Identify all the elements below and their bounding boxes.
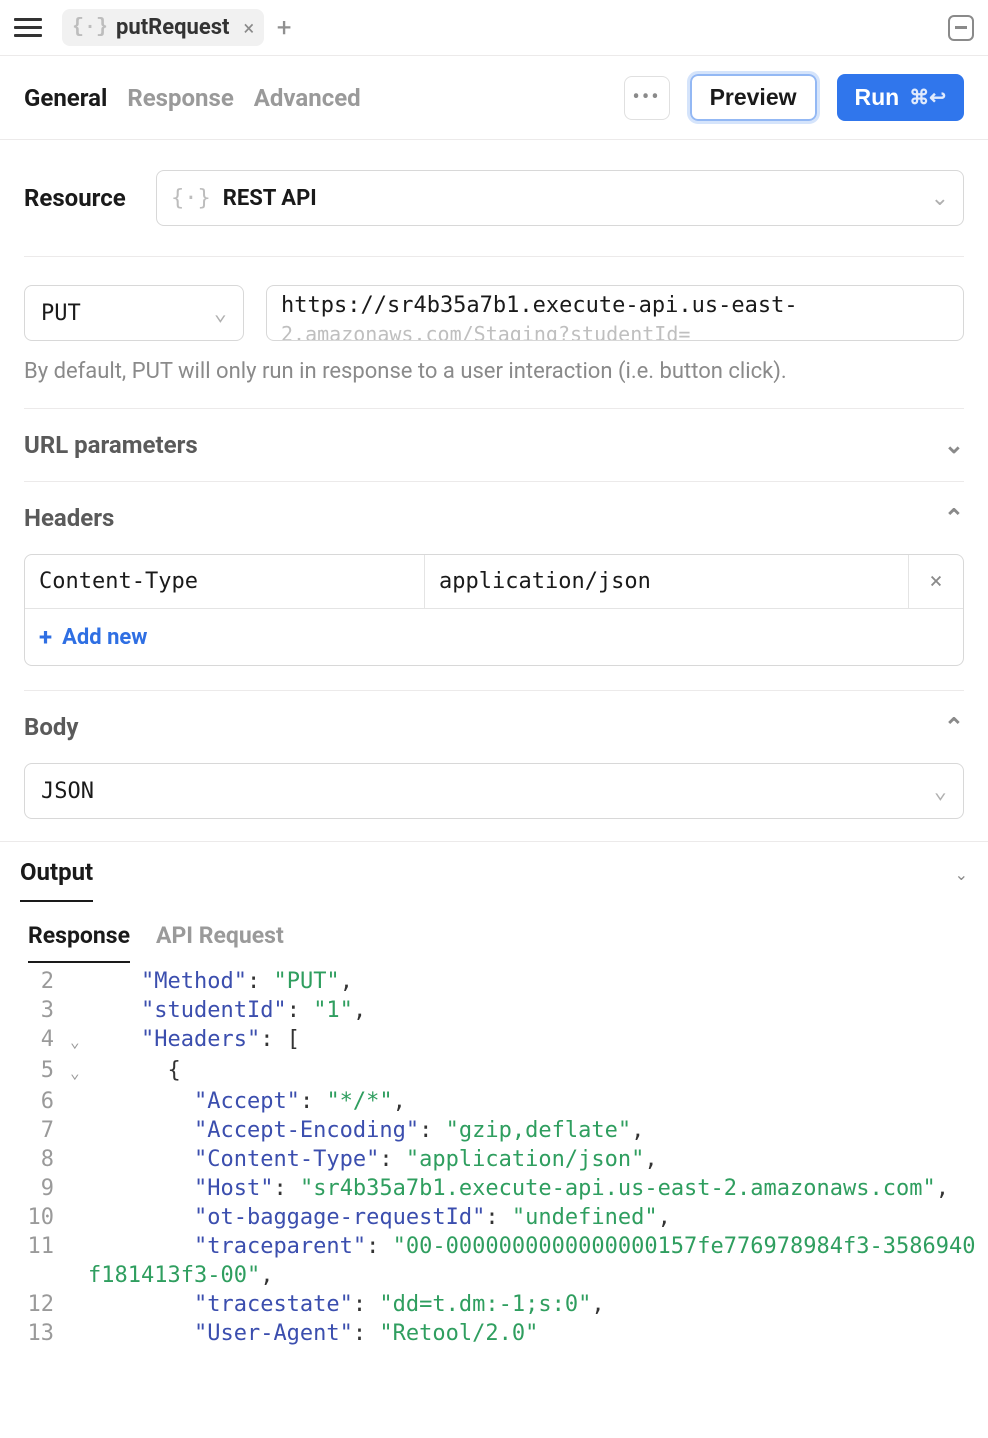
request-row: PUT ⌄ https://sr4b35a7b1.execute-api.us-… (24, 257, 964, 341)
add-header-label: Add new (62, 625, 147, 650)
code-line: 2 "Method": "PUT", (10, 967, 978, 996)
method-select[interactable]: PUT ⌄ (24, 285, 244, 341)
section-label: Headers (24, 504, 114, 532)
run-shortcut: ⌘↩ (909, 85, 946, 110)
title-bar: {·} putRequest × + (0, 0, 988, 56)
code-line: 10 "ot-baggage-requestId": "undefined", (10, 1203, 978, 1232)
tab-output-response[interactable]: Response (28, 922, 130, 963)
chevron-down-icon: ⌄ (944, 431, 964, 459)
code-line: 9 "Host": "sr4b35a7b1.execute-api.us-eas… (10, 1174, 978, 1203)
query-tab[interactable]: {·} putRequest × (62, 9, 264, 46)
tab-advanced[interactable]: Advanced (254, 84, 361, 112)
close-icon[interactable]: × (244, 16, 255, 40)
more-button[interactable]: ••• (624, 76, 670, 120)
code-line: 5⌄ { (10, 1056, 978, 1087)
braces-icon: {·} (72, 16, 108, 39)
code-line: 7 "Accept-Encoding": "gzip,deflate", (10, 1116, 978, 1145)
braces-icon: {·} (171, 186, 211, 211)
resource-label: Resource (24, 184, 134, 212)
config-tabs: General Response Advanced ••• Preview Ru… (0, 56, 988, 140)
section-headers[interactable]: Headers ⌃ (24, 482, 964, 554)
section-body[interactable]: Body ⌃ (24, 691, 964, 763)
output-title: Output (20, 858, 93, 902)
body-type-value: JSON (41, 779, 94, 804)
code-line: 8 "Content-Type": "application/json", (10, 1145, 978, 1174)
output-tabs: Response API Request (0, 902, 988, 963)
method-value: PUT (41, 301, 81, 326)
new-tab-button[interactable]: + (270, 14, 298, 42)
code-line: 12 "tracestate": "dd=t.dm:-1;s:0", (10, 1290, 978, 1319)
menu-icon[interactable] (14, 14, 42, 42)
add-header-row: + Add new (25, 609, 963, 665)
header-value-input[interactable]: application/json (425, 555, 909, 608)
resource-select[interactable]: {·} REST API ⌄ (156, 170, 964, 226)
code-line: 6 "Accept": "*/*", (10, 1087, 978, 1116)
header-key-input[interactable]: Content-Type (25, 555, 425, 608)
plus-icon: + (39, 623, 52, 651)
code-line: 11 "traceparent": "00-000000000000000015… (10, 1232, 978, 1290)
tab-response[interactable]: Response (127, 84, 233, 112)
run-button[interactable]: Run ⌘↩ (837, 74, 964, 121)
code-line: 13 "User-Agent": "Retool/2.0" (10, 1319, 978, 1348)
header-row: Content-Type application/json × (25, 555, 963, 609)
resource-value: REST API (223, 186, 317, 211)
url-line2: 2.amazonaws.com/Staging?studentId= (281, 320, 949, 341)
delete-header-button[interactable]: × (909, 555, 963, 608)
chevron-down-icon: ⌄ (955, 865, 968, 884)
code-line: 4⌄ "Headers": [ (10, 1025, 978, 1056)
code-line: 3 "studentId": "1", (10, 996, 978, 1025)
section-label: URL parameters (24, 431, 198, 459)
chevron-down-icon: ⌄ (931, 186, 949, 211)
response-code-view[interactable]: 2 "Method": "PUT",3 "studentId": "1",4⌄ … (0, 963, 988, 1348)
output-header[interactable]: Output ⌄ (0, 841, 988, 902)
section-url-parameters[interactable]: URL parameters ⌄ (24, 409, 964, 482)
chevron-up-icon: ⌃ (944, 713, 964, 741)
url-input[interactable]: https://sr4b35a7b1.execute-api.us-east- … (266, 285, 964, 341)
tab-label: putRequest (116, 15, 229, 40)
chevron-down-icon: ⌄ (214, 301, 227, 326)
collapse-icon[interactable] (948, 15, 974, 41)
headers-table: Content-Type application/json × + Add ne… (24, 554, 964, 666)
chevron-up-icon: ⌃ (944, 504, 964, 532)
resource-row: Resource {·} REST API ⌄ (24, 140, 964, 257)
method-hint: By default, PUT will only run in respons… (24, 341, 964, 409)
run-label: Run (855, 84, 900, 111)
section-label: Body (24, 713, 78, 741)
body-type-select[interactable]: JSON ⌄ (24, 763, 964, 819)
tab-general[interactable]: General (24, 84, 107, 112)
add-header-button[interactable]: + Add new (25, 609, 161, 665)
preview-button[interactable]: Preview (690, 74, 817, 121)
url-line1: https://sr4b35a7b1.execute-api.us-east- (281, 292, 949, 320)
tab-output-api-request[interactable]: API Request (156, 922, 284, 963)
chevron-down-icon: ⌄ (934, 779, 947, 804)
